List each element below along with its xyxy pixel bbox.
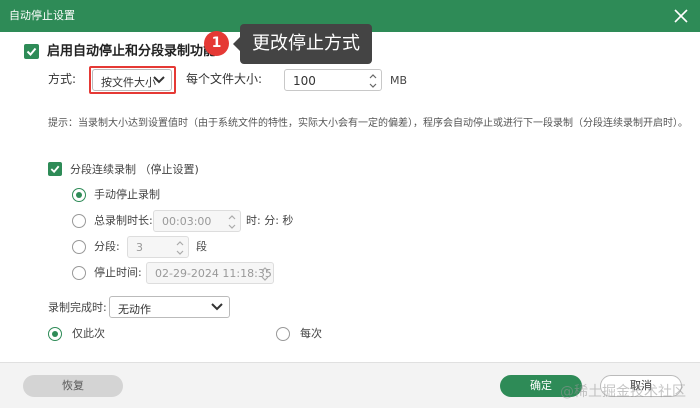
segments-unit: 段 xyxy=(196,240,207,253)
radio-segments[interactable] xyxy=(72,240,86,254)
stop-time-label: 停止时间: xyxy=(94,266,142,279)
radio-every-time[interactable] xyxy=(276,327,290,341)
spin-up-icon[interactable] xyxy=(367,71,379,81)
total-duration-unit: 时: 分: 秒 xyxy=(246,214,294,227)
radio-manual-stop[interactable] xyxy=(72,188,86,202)
segments-label: 分段: xyxy=(94,240,120,253)
radio-stop-time[interactable] xyxy=(72,266,86,280)
close-icon[interactable] xyxy=(672,7,690,25)
spin-up-icon[interactable] xyxy=(226,212,238,222)
segment-recording-label: 分段连续录制 （停止设置) xyxy=(70,163,199,176)
total-duration-value: 00:03:00 xyxy=(162,215,212,228)
spin-down-icon[interactable] xyxy=(367,81,379,91)
size-spinbox[interactable]: 100 xyxy=(284,69,382,91)
total-duration-spinbox[interactable]: 00:03:00 xyxy=(153,210,241,232)
spin-down-icon[interactable] xyxy=(174,248,186,258)
check-icon xyxy=(50,165,60,174)
mode-label: 方式: xyxy=(48,72,77,86)
callout-tooltip: 更改停止方式 xyxy=(233,24,372,64)
spin-down-icon[interactable] xyxy=(226,222,238,232)
size-label: 每个文件大小: xyxy=(186,72,263,86)
radio-total-duration[interactable] xyxy=(72,214,86,228)
on-complete-select[interactable]: 无动作 xyxy=(109,296,230,318)
segments-spinbox[interactable]: 3 xyxy=(127,236,189,258)
callout-step-badge: 1 xyxy=(204,31,229,56)
window-title: 自动停止设置 xyxy=(9,9,75,22)
manual-stop-label: 手动停止录制 xyxy=(94,188,160,201)
once-label: 仅此次 xyxy=(72,327,105,340)
mode-highlight-box xyxy=(89,66,176,94)
stop-time-spinbox[interactable]: 02-29-2024 11:18:35 xyxy=(146,262,274,284)
size-unit: MB xyxy=(390,74,408,87)
chevron-down-icon xyxy=(211,303,223,311)
radio-once[interactable] xyxy=(48,327,62,341)
spin-up-icon[interactable] xyxy=(259,264,271,274)
dialog-body: 启用自动停止和分段录制功能 方式: 按文件大小 每个文件大小: 100 MB 提… xyxy=(0,32,700,408)
stop-time-value: 02-29-2024 11:18:35 xyxy=(155,267,272,280)
every-time-label: 每次 xyxy=(300,327,322,340)
hint-text: 提示：当录制大小达到设置值时（由于系统文件的特性，实际大小会有一定的偏差），程序… xyxy=(48,118,688,129)
total-duration-label: 总录制时长: xyxy=(94,214,153,227)
segment-recording-checkbox[interactable] xyxy=(48,162,62,176)
callout-text: 更改停止方式 xyxy=(252,33,360,54)
watermark: @稀土掘金技术社区 xyxy=(560,384,686,400)
check-icon xyxy=(26,47,37,56)
enable-auto-stop-label: 启用自动停止和分段录制功能 xyxy=(47,44,217,59)
enable-auto-stop-checkbox[interactable] xyxy=(24,44,39,59)
reset-button[interactable]: 恢复 xyxy=(23,375,123,397)
on-complete-label: 录制完成时: xyxy=(48,301,107,314)
size-value: 100 xyxy=(293,74,316,88)
segments-value: 3 xyxy=(136,241,143,254)
spin-down-icon[interactable] xyxy=(259,274,271,284)
spin-up-icon[interactable] xyxy=(174,238,186,248)
on-complete-value: 无动作 xyxy=(118,303,151,316)
